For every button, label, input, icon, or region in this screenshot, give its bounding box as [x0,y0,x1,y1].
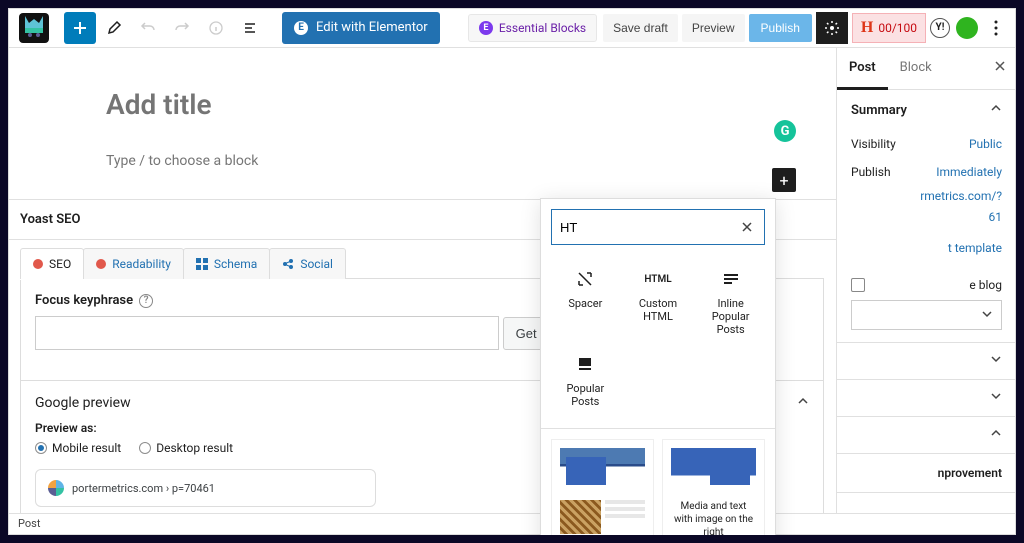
add-block-button[interactable] [64,12,96,44]
social-icon [282,258,294,270]
tab-social[interactable]: Social [269,248,346,279]
close-sidebar-button[interactable] [984,48,1016,89]
tab-seo[interactable]: SEO [20,248,84,279]
chevron-down-icon [981,308,993,323]
url-value-line1[interactable]: rmetrics.com/? [851,186,1002,207]
more-options-button[interactable] [984,12,1008,44]
url-value-line2[interactable]: 61 [851,207,1002,228]
publish-label: Publish [851,165,891,179]
collapsed-section-4[interactable]: nprovement [837,454,1016,493]
elementor-label: Edit with Elementor [316,20,428,35]
edit-mode-button[interactable] [98,12,130,44]
visibility-value[interactable]: Public [969,137,1002,151]
site-logo[interactable] [16,10,52,46]
post-title-input[interactable]: Add title [8,68,836,127]
block-search-input[interactable] [560,220,738,235]
chevron-up-icon [990,427,1002,443]
focus-keyphrase-label: Focus keyphrase [35,293,133,308]
chevron-down-icon [990,353,1002,369]
pattern-preview-b-img [560,500,601,534]
editor-canvas: Add title Type / to choose a block G + [8,48,836,189]
collapsed-section-2[interactable] [837,380,1016,417]
tab-block[interactable]: Block [888,48,944,89]
essential-blocks-icon: E [479,21,493,35]
visibility-label: Visibility [851,137,896,151]
top-toolbar: E Edit with Elementor E Essential Blocks… [8,8,1016,48]
block-popular-posts[interactable]: Popular Posts [549,344,622,416]
pattern-media-text-left[interactable] [551,439,654,535]
help-icon[interactable]: ? [139,294,153,308]
block-prompt[interactable]: Type / to choose a block [8,127,836,169]
pattern-media-text-right[interactable]: Media and text with image on the right [662,439,765,535]
mobile-result-radio[interactable]: Mobile result [35,441,121,455]
spacer-icon [553,267,618,291]
preview-url: portermetrics.com › p=70461 [72,482,215,495]
block-spacer[interactable]: Spacer [549,259,622,344]
readability-status-icon [96,259,106,269]
chevron-down-icon [990,390,1002,406]
tab-readability[interactable]: Readability [83,248,184,279]
pattern-preview-a [560,448,645,494]
clear-search-button[interactable] [738,218,756,236]
radio-checked-icon [35,442,47,454]
tab-post[interactable]: Post [837,48,888,90]
desktop-result-radio[interactable]: Desktop result [139,441,233,455]
block-inserter-popover: Spacer HTML Custom HTML Inline Popular P… [540,198,776,535]
chevron-up-icon[interactable] [797,395,809,411]
jetpack-button[interactable] [956,17,978,39]
radio-icon [139,442,151,454]
sticky-checkbox[interactable] [851,278,865,292]
redo-button[interactable] [166,12,198,44]
settings-sidebar: Post Block Summary Visibility Public Publ… [836,48,1016,535]
grammarly-icon[interactable]: G [774,120,796,142]
favicon-icon [48,480,64,496]
summary-section-title: Summary [851,103,907,118]
post-format-select[interactable] [851,300,1002,330]
sticky-label: e blog [873,278,1002,292]
schema-icon [196,258,208,270]
publish-value[interactable]: Immediately [936,165,1002,179]
inline-add-block-button[interactable]: + [772,168,796,192]
html-icon: HTML [626,267,691,291]
save-draft-button[interactable]: Save draft [603,14,678,42]
essential-blocks-button[interactable]: E Essential Blocks [468,14,597,42]
yoast-button[interactable]: Y! [930,18,950,38]
block-search-field[interactable] [551,209,765,245]
info-button[interactable] [200,12,232,44]
collapsed-section-1[interactable] [837,343,1016,380]
headline-score[interactable]: H00/100 [852,13,926,43]
seo-status-icon [33,259,43,269]
settings-button[interactable] [816,12,848,44]
footer-breadcrumb: Post [8,513,1016,535]
preview-button[interactable]: Preview [682,14,745,42]
block-custom-html[interactable]: HTML Custom HTML [622,259,695,344]
tab-schema[interactable]: Schema [183,248,270,279]
undo-button[interactable] [132,12,164,44]
popular-icon [553,352,618,376]
outline-button[interactable] [234,12,266,44]
inline-popular-icon [698,267,763,291]
block-inline-popular-posts[interactable]: Inline Popular Posts [694,259,767,344]
template-link[interactable]: t template [851,238,1002,259]
focus-keyphrase-input[interactable] [35,316,499,350]
edit-with-elementor-button[interactable]: E Edit with Elementor [282,12,440,44]
publish-button[interactable]: Publish [749,14,812,42]
elementor-icon: E [294,21,308,35]
google-preview-card: portermetrics.com › p=70461 [35,469,376,507]
collapsed-section-3[interactable] [837,417,1016,454]
google-preview-title: Google preview [35,395,131,411]
pattern-preview-c [671,448,756,494]
chevron-up-icon[interactable] [990,102,1002,118]
